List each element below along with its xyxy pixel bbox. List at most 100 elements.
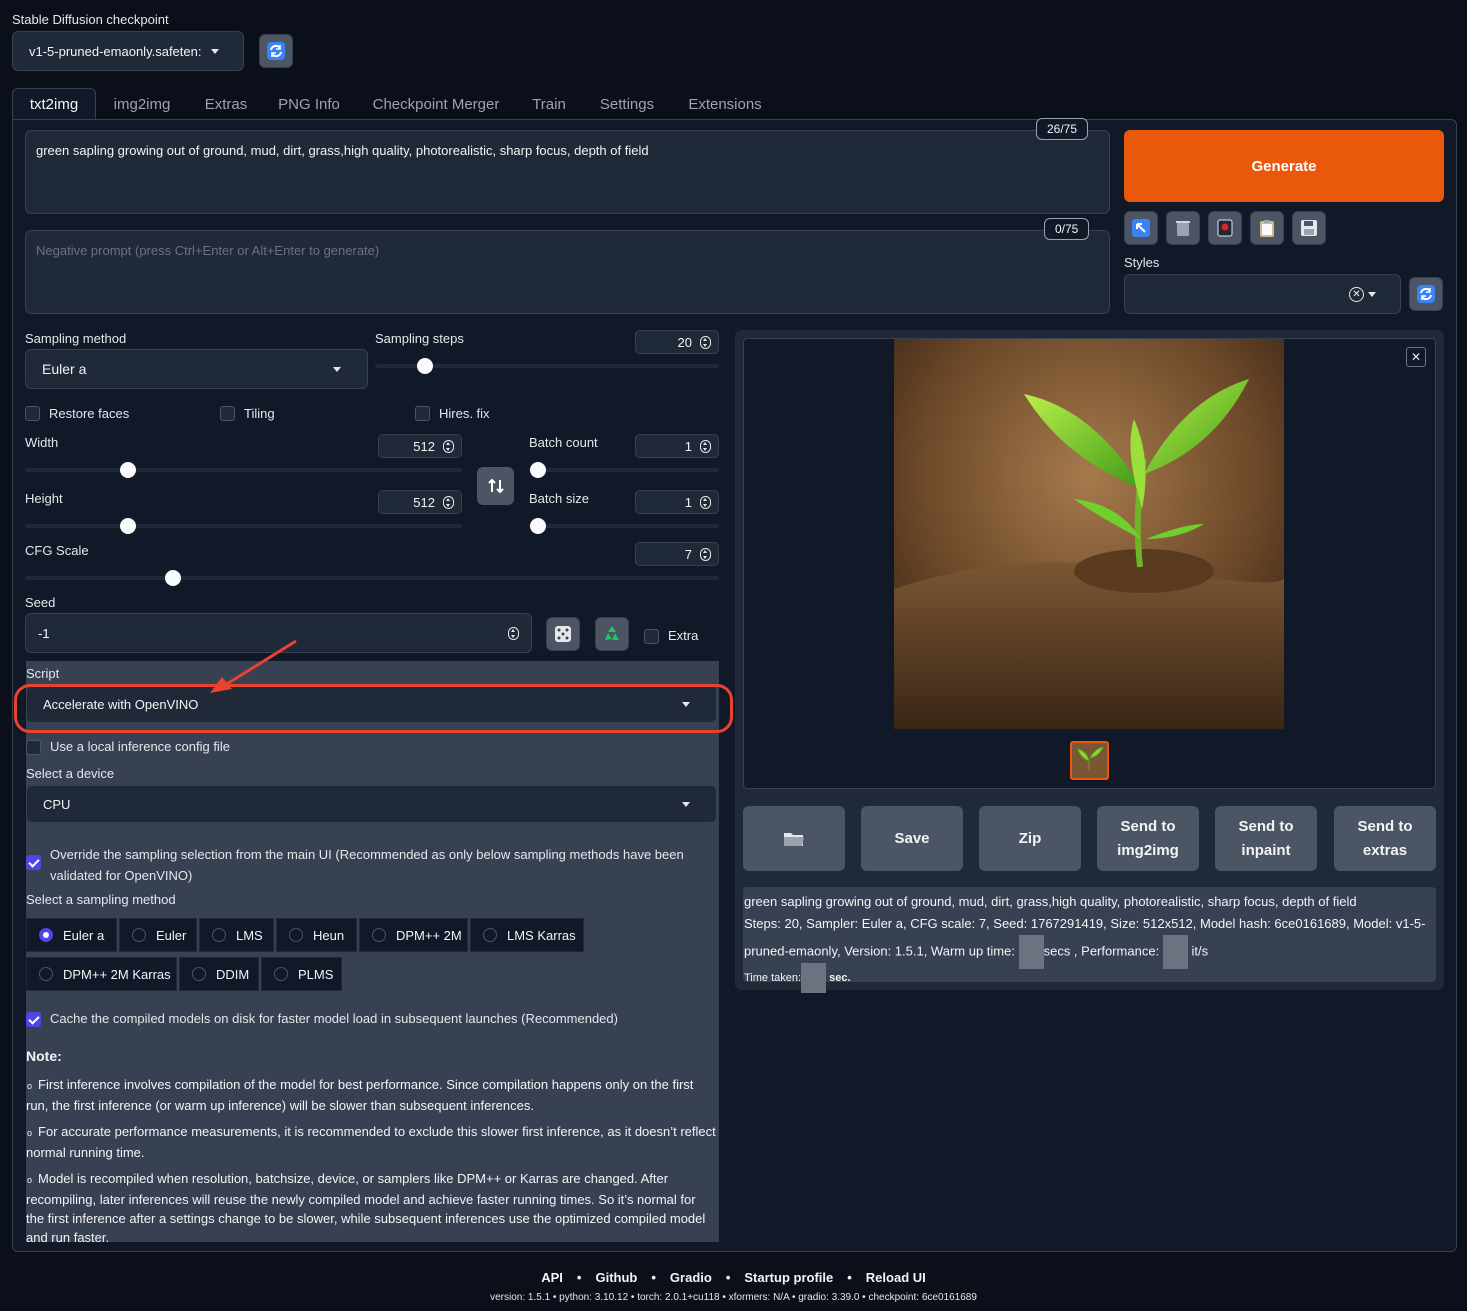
slider-handle[interactable] (120, 462, 136, 478)
folder-icon (784, 832, 804, 846)
tab-img2img[interactable]: img2img (108, 88, 176, 120)
sampler-option-plms[interactable]: PLMS (261, 957, 342, 991)
extra-networks-button[interactable] (1208, 211, 1242, 245)
height-input[interactable]: 512 (378, 490, 462, 514)
sampling-steps-input[interactable]: 20 (635, 330, 719, 354)
local-config-checkbox[interactable] (26, 740, 41, 755)
slider-handle[interactable] (165, 570, 181, 586)
info-params: Steps: 20, Sampler: Euler a, CFG scale: … (744, 916, 1426, 931)
device-dropdown[interactable]: CPU (26, 785, 717, 823)
styles-dropdown[interactable]: ✕ (1124, 274, 1401, 314)
slider-handle[interactable] (417, 358, 433, 374)
zip-button[interactable]: Zip (979, 806, 1081, 871)
tab-train[interactable]: Train (528, 88, 570, 120)
seed-value: -1 (38, 625, 50, 641)
slider-handle[interactable] (120, 518, 136, 534)
sampler-option-euler-a[interactable]: Euler a (26, 918, 117, 952)
width-input[interactable]: 512 (378, 434, 462, 458)
spinner-icon (700, 336, 711, 349)
sampler-option-euler[interactable]: Euler (119, 918, 197, 952)
note-item: o First inference involves compilation of… (26, 1077, 694, 1113)
spinner-icon (700, 496, 711, 509)
reuse-seed-button[interactable] (595, 617, 629, 651)
footer-link-reload-ui[interactable]: Reload UI (866, 1270, 926, 1285)
width-value: 512 (413, 438, 435, 454)
button-label: img2img (1117, 841, 1179, 859)
override-sampling-checkbox[interactable] (26, 855, 41, 870)
hires-fix-checkbox[interactable] (415, 406, 430, 421)
spinner-icon (700, 548, 711, 561)
tab-settings[interactable]: Settings (596, 88, 658, 120)
batch-size-label: Batch size (529, 491, 589, 506)
footer-link-github[interactable]: Github (595, 1270, 637, 1285)
send-to-extras-button[interactable]: Send to extras (1334, 806, 1436, 871)
refresh-checkpoint-button[interactable] (259, 34, 293, 68)
batch-size-input[interactable]: 1 (635, 490, 719, 514)
sampler-option-dpm-2m[interactable]: DPM++ 2M (359, 918, 468, 952)
refresh-styles-button[interactable] (1409, 277, 1443, 311)
extra-seed-label: Extra (668, 628, 699, 643)
random-seed-button[interactable] (546, 617, 580, 651)
note-list: o First inference involves compilation of… (26, 1075, 716, 1254)
extra-seed-checkbox[interactable] (644, 629, 659, 644)
sampler-option-ddim[interactable]: DDIM (179, 957, 259, 991)
sampler-option-lms-karras[interactable]: LMS Karras (470, 918, 584, 952)
slider-handle[interactable] (530, 518, 546, 534)
note-text: Model is recompiled when resolution, bat… (26, 1171, 706, 1245)
clear-icon[interactable]: ✕ (1349, 287, 1364, 302)
card-icon (1217, 219, 1233, 237)
tiling-label: Tiling (244, 406, 275, 421)
height-slider[interactable] (25, 518, 462, 534)
sampler-option-label: DPM++ 2M (396, 927, 462, 943)
send-to-inpaint-button[interactable]: Send to inpaint (1215, 806, 1317, 871)
tab-png-info[interactable]: PNG Info (274, 88, 344, 120)
sampler-option-label: DPM++ 2M Karras (63, 966, 171, 982)
tab-txt2img[interactable]: txt2img (12, 88, 96, 120)
note-item: o For accurate performance measurements, … (26, 1124, 716, 1160)
swap-dimensions-button[interactable] (477, 467, 514, 505)
sampling-steps-slider[interactable] (375, 358, 719, 374)
footer-link-gradio[interactable]: Gradio (670, 1270, 712, 1285)
sampler-option-lms[interactable]: LMS (199, 918, 274, 952)
generated-image[interactable] (894, 339, 1284, 729)
batch-count-slider[interactable] (529, 462, 719, 478)
send-to-img2img-button[interactable]: Send to img2img (1097, 806, 1199, 871)
footer-link-startup-profile[interactable]: Startup profile (744, 1270, 833, 1285)
width-slider[interactable] (25, 462, 462, 478)
save-button[interactable]: Save (861, 806, 963, 871)
button-label: Send to (1357, 817, 1413, 835)
sampling-method-dropdown[interactable]: Euler a (25, 349, 368, 389)
checkpoint-value: v1-5-pruned-emaonly.safeten: (29, 43, 202, 59)
open-folder-button[interactable] (743, 806, 845, 871)
radio-dot (192, 967, 206, 981)
slider-handle[interactable] (530, 462, 546, 478)
height-value: 512 (413, 494, 435, 510)
read-params-button[interactable] (1124, 211, 1158, 245)
negative-prompt-input[interactable]: Negative prompt (press Ctrl+Enter or Alt… (25, 230, 1110, 314)
clear-prompt-button[interactable] (1166, 211, 1200, 245)
tab-extras[interactable]: Extras (200, 88, 252, 120)
cache-models-checkbox[interactable] (26, 1012, 41, 1027)
tab-checkpoint-merger[interactable]: Checkpoint Merger (368, 88, 504, 120)
checkpoint-dropdown[interactable]: v1-5-pruned-emaonly.safeten: (12, 31, 244, 71)
sampler-option-label: LMS (236, 927, 263, 943)
cfg-scale-slider[interactable] (25, 570, 719, 586)
gallery-thumbnail[interactable] (1070, 741, 1109, 780)
save-style-button[interactable] (1292, 211, 1326, 245)
tiling-checkbox[interactable] (220, 406, 235, 421)
sampler-option-heun[interactable]: Heun (276, 918, 357, 952)
close-icon[interactable]: ✕ (1406, 347, 1426, 367)
prompt-input[interactable]: green sapling growing out of ground, mud… (25, 130, 1110, 214)
batch-size-slider[interactable] (529, 518, 719, 534)
footer-link-api[interactable]: API (541, 1270, 563, 1285)
restore-faces-checkbox[interactable] (25, 406, 40, 421)
sampler-option-dpm-2m-karras[interactable]: DPM++ 2M Karras (26, 957, 177, 991)
styles-label: Styles (1124, 255, 1160, 270)
radio-dot (132, 928, 146, 942)
tab-extensions[interactable]: Extensions (684, 88, 766, 120)
apply-style-button[interactable] (1250, 211, 1284, 245)
cfg-scale-input[interactable]: 7 (635, 542, 719, 566)
sapling-thumbnail-icon (1072, 743, 1107, 778)
generate-button[interactable]: Generate (1124, 130, 1444, 202)
batch-count-input[interactable]: 1 (635, 434, 719, 458)
